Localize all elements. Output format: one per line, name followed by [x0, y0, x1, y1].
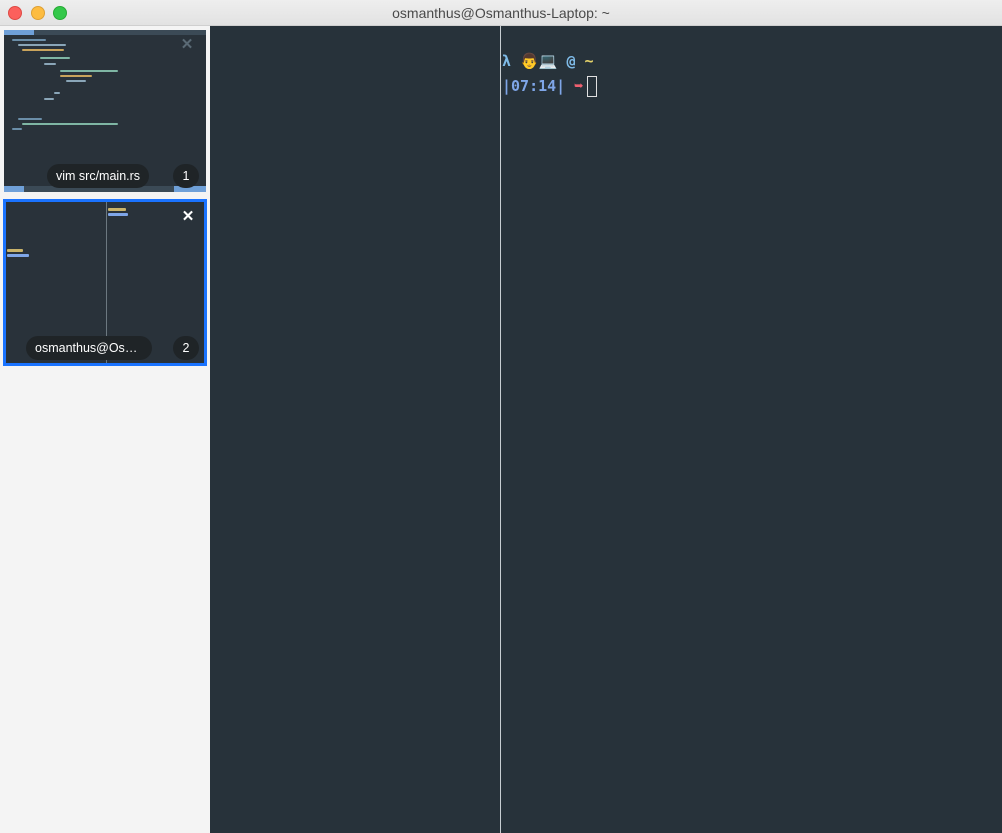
prompt-time: |07:14| [502, 77, 566, 95]
close-tab-1-button[interactable]: ✕ [180, 37, 194, 52]
mini-tabline [4, 30, 206, 35]
text-cursor [587, 76, 598, 97]
tab-thumbnail-1[interactable]: ✕ vim src/main.rs 1 [4, 30, 206, 192]
title-bar[interactable]: osmanthus@Osmanthus-Laptop: ~ [0, 0, 1002, 26]
tab-2-label: osmanthus@Osmanthus-Laptop: ~ [26, 336, 152, 360]
pane-divider[interactable] [500, 26, 501, 833]
prompt-line-1: λ 👨💻 @ ~ [502, 52, 594, 70]
close-tab-2-button[interactable]: ✕ [181, 209, 195, 224]
prompt-arrow-icon: ➥ [574, 77, 584, 95]
tab-1-label: vim src/main.rs [47, 164, 150, 188]
tab-2-number: 2 [173, 336, 199, 360]
terminal-pane-area[interactable]: λ 👨💻 @ ~ |07:14| ➥ [210, 26, 1002, 833]
terminal-window: osmanthus@Osmanthus-Laptop: ~ ✕ vim src/… [0, 0, 1002, 833]
developer-emoji-icon: 👨💻 [520, 52, 558, 70]
current-directory: ~ [584, 52, 594, 70]
at-symbol: @ [566, 52, 576, 70]
tab-1-number: 1 [173, 164, 199, 188]
window-title: osmanthus@Osmanthus-Laptop: ~ [392, 5, 610, 21]
tab-thumbnail-2[interactable]: ✕ osmanthus@Osmanthus-Laptop: ~ 2 [4, 200, 206, 365]
prompt-line-2[interactable]: |07:14| ➥ [502, 76, 598, 97]
lambda-symbol: λ [502, 52, 512, 70]
tab-overview-sidebar: ✕ vim src/main.rs 1 ✕ osmanthus@Osmanthu… [0, 26, 210, 833]
